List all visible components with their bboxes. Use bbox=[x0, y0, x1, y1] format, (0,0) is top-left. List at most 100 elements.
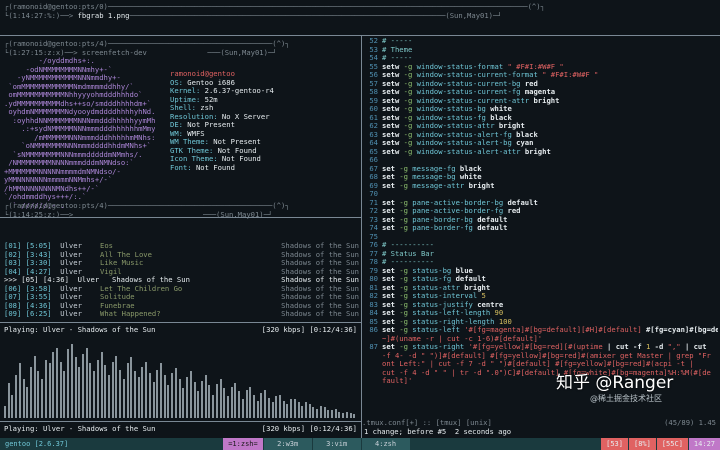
playlist-track[interactable]: [06] [3:58] Ulver Let The Children Go Shad… bbox=[4, 285, 359, 294]
playlist-track[interactable]: [01] [5:05] Ulver Eos Shadows of the Sun bbox=[4, 242, 359, 251]
spectrum-bar bbox=[186, 377, 189, 418]
spectrum-bar bbox=[74, 357, 77, 418]
line-text: set -g message-fg black bbox=[382, 164, 482, 173]
line-text: # Theme bbox=[382, 45, 413, 54]
editor-line: 87 set -g status-right '#[fg=yellow]#[bg=… bbox=[364, 343, 718, 352]
editor-buffer[interactable]: 52 # ----- 53 # Theme 54 # ----- 55 setw -g win… bbox=[364, 37, 718, 386]
line-text: set -g status-bg blue bbox=[382, 266, 473, 275]
playlist-track[interactable]: [07] [3:55] Ulver Solitude Shadows of the … bbox=[4, 293, 359, 302]
spectrum-bar bbox=[41, 379, 44, 418]
track-artist: Ulver bbox=[60, 284, 82, 293]
spectrum-bar bbox=[85, 347, 88, 418]
playlist-track[interactable]: [08] [4:36] Ulver Funebrae Shadows of the … bbox=[4, 302, 359, 311]
line-text: set -g message-attr bright bbox=[382, 181, 495, 190]
track-number: [02] bbox=[4, 250, 26, 259]
track-number: >>> [05] bbox=[4, 276, 43, 284]
track-title: Let The Children Go bbox=[100, 284, 183, 293]
line-number: 86 bbox=[369, 326, 378, 334]
spectrum-bar bbox=[204, 375, 207, 418]
logo-line: :oyhhdNNMMMMMMMNNNmmdddhhhhhyymMh bbox=[4, 116, 156, 125]
line-number: 70 bbox=[369, 190, 378, 198]
track-artist: Ulver bbox=[60, 301, 82, 310]
spectrum-bar bbox=[52, 351, 55, 418]
logo-line: /mMMMMMMNNNmmmdddhhhhhmMNhs: bbox=[4, 133, 156, 142]
spectrum-bar bbox=[256, 400, 259, 418]
spectrum-bar bbox=[4, 406, 6, 418]
line-text: set -g status-interval 5 bbox=[382, 292, 486, 300]
spectrum-bar bbox=[156, 369, 159, 418]
line-text: set -g message-bg white bbox=[382, 173, 482, 181]
line-text: setw -g window-status-current-bg red bbox=[382, 79, 538, 88]
spectrum-bar bbox=[334, 408, 337, 418]
playlist-track[interactable]: >>> [05] [4:36] Ulver Shadows of the Sun S… bbox=[4, 276, 359, 285]
playlist-track[interactable]: [04] [4:27] Ulver Vigil Shadows of the Sun bbox=[4, 268, 359, 277]
track-artist: Ulver bbox=[60, 293, 82, 301]
line-text: setw -g window-status-bg white bbox=[382, 105, 512, 113]
logo-line: /NMMMMMMMMNNNNmmmdddmNMNdso:` bbox=[4, 159, 134, 167]
sysinfo-row: Shell: zsh bbox=[170, 104, 274, 113]
editor-line: 74 set -g pane-border-fg default bbox=[364, 224, 718, 233]
spectrum-bar bbox=[67, 349, 70, 418]
editor-line: 63 setw -g window-status-alert-fg black bbox=[364, 131, 718, 140]
spectrum-bar bbox=[119, 369, 122, 418]
spectrum-bar bbox=[323, 407, 326, 418]
line-number: 66 bbox=[369, 156, 378, 164]
line-number: 78 bbox=[369, 258, 378, 266]
editor-line: 77 # Status Bar bbox=[364, 250, 718, 259]
logo-line: -odNMMMMMMMMNNmhy+-` bbox=[4, 65, 113, 74]
line-number: 55 bbox=[369, 62, 378, 71]
track-album: Shadows of the Sun bbox=[281, 242, 359, 250]
logo-line: -yNMMMMMMMMMMMNNNmmdhy+- bbox=[4, 74, 121, 82]
spectrum-bar bbox=[11, 394, 14, 418]
system-info: ramonoid@gentoo OS: Gentoo i686 Kernel: 2… bbox=[170, 70, 274, 172]
editor-line: 60 setw -g window-status-bg white bbox=[364, 105, 718, 114]
playlist-divider bbox=[0, 322, 361, 323]
spectrum-bar bbox=[230, 386, 233, 418]
spectrum-bar bbox=[100, 351, 103, 418]
logo-line: /hMMNNNNNNNNMNdhs++/-` bbox=[4, 184, 100, 193]
logo-line: omMMMMMMMMMMMNhhyyyohmdddhhhdo` bbox=[4, 91, 143, 99]
tmux-window-tab[interactable]: =1:zsh= bbox=[223, 438, 263, 450]
second-prompt: ┌(ramonoid@gentoo:pts/4)────────────────… bbox=[4, 202, 290, 210]
editor-line: 85 set -g status-right-length 100 bbox=[364, 318, 718, 327]
playlist-track[interactable]: [02] [3:43] Ulver All The Love Shadows of … bbox=[4, 251, 359, 260]
spectrum-bar bbox=[33, 355, 36, 418]
line-text: ont Left:" | cut -f 7 -d " ")#[default] … bbox=[382, 360, 698, 368]
prompt-suffix: ────────────────────────────────────────… bbox=[129, 12, 502, 20]
now-playing-2: Playing: Ulver - Shadows of the Sun bbox=[4, 425, 156, 433]
line-number: 58 bbox=[369, 88, 378, 96]
line-text: set -g status-left-length 90 bbox=[382, 309, 504, 317]
tmux-window-tab[interactable]: 2:w3m bbox=[263, 438, 312, 450]
line-number: 82 bbox=[369, 292, 378, 300]
viz-divider bbox=[0, 421, 361, 422]
track-title: Vigil bbox=[100, 267, 122, 276]
playlist-track[interactable]: [09] [6:25] Ulver What Happened? Shadows o… bbox=[4, 310, 359, 319]
sysinfo-value: Not Found bbox=[213, 146, 257, 155]
tmux-window-tab[interactable]: 4:zsh bbox=[361, 438, 410, 450]
screenfetch-pane[interactable]: ┌(ramonoid@gentoo:pts/4)────────────────… bbox=[0, 36, 361, 218]
sysinfo-user: ramonoid@gentoo bbox=[170, 70, 235, 78]
spectrum-bar bbox=[7, 382, 10, 418]
line-number: 71 bbox=[369, 198, 378, 207]
status-right-item: [55C] bbox=[656, 438, 688, 450]
line-text: setw -g window-status-format " #F#I:#W#F… bbox=[382, 62, 564, 71]
playlist-track[interactable]: [03] [3:30] Ulver Like Music Shadows of th… bbox=[4, 259, 359, 268]
tmux-window-tab[interactable]: 3:vim bbox=[312, 438, 361, 450]
music-player-pane[interactable]: [01] [5:05] Ulver Eos Shadows of the Sun [0… bbox=[0, 217, 361, 437]
editor-line: 67 set -g message-fg black bbox=[364, 165, 718, 174]
track-number: [08] bbox=[4, 301, 26, 310]
editor-line: 72 set -g pane-active-border-fg red bbox=[364, 207, 718, 216]
track-time: [6:25] bbox=[25, 310, 61, 318]
sysinfo-key: DE: bbox=[170, 121, 183, 129]
sysinfo-row: Uptime: 52m bbox=[170, 96, 274, 105]
editor-line: 81 set -g status-attr bright bbox=[364, 284, 718, 293]
spectrum-bar bbox=[15, 375, 18, 418]
track-album: Shadows of the Sun bbox=[281, 267, 359, 276]
line-number: 53 bbox=[369, 45, 378, 54]
screenfetch-cmd: └(1:27:15:z:x)──> screenfetch-dev ───(Su… bbox=[4, 48, 277, 57]
track-time: [4:36] bbox=[25, 301, 61, 310]
spectrum-bar bbox=[37, 371, 40, 418]
track-time: [4:36] bbox=[42, 276, 78, 284]
top-terminal-pane[interactable]: ┌(ramonoid@gentoo:pts/0)────────────────… bbox=[0, 0, 720, 36]
line-number: 60 bbox=[369, 105, 378, 113]
